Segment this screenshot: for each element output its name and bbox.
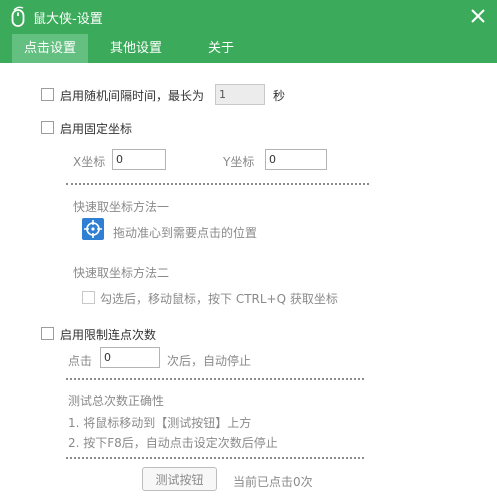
divider — [66, 457, 364, 459]
close-icon[interactable] — [469, 7, 487, 25]
test-title: 测试总次数正确性 — [68, 394, 165, 408]
random-interval-checkbox[interactable] — [41, 88, 54, 101]
tab-click-settings[interactable]: 点击设置 — [12, 34, 88, 63]
method2-title: 快速取坐标方法二 — [73, 266, 170, 280]
method2-desc: 勾选后，移动鼠标，按下 CTRL+Q 获取坐标 — [100, 292, 338, 306]
method2-checkbox[interactable] — [82, 291, 95, 304]
click-count-suffix: 次后，自动停止 — [167, 354, 252, 368]
tab-other-settings[interactable]: 其他设置 — [94, 34, 178, 63]
click-status: 当前已点击0次 — [233, 475, 313, 489]
y-coord-input[interactable] — [265, 149, 327, 170]
test-button[interactable]: 测试按钮 — [142, 467, 217, 491]
title-bar: 鼠大侠-设置 — [0, 0, 497, 34]
divider — [66, 378, 364, 380]
window-title: 鼠大侠-设置 — [33, 12, 103, 27]
fixed-coord-label: 启用固定坐标 — [60, 122, 133, 136]
crosshair-icon[interactable] — [82, 218, 104, 240]
x-coord-input[interactable] — [112, 149, 166, 170]
test-step-2: 2. 按下F8后，自动点击设定次数后停止 — [68, 436, 278, 450]
limit-clicks-checkbox[interactable] — [41, 327, 54, 340]
fixed-coord-checkbox[interactable] — [41, 121, 54, 134]
random-interval-input[interactable] — [215, 84, 265, 105]
random-interval-unit: 秒 — [273, 89, 286, 103]
limit-clicks-label: 启用限制连点次数 — [60, 328, 157, 342]
tab-bar: 点击设置 其他设置 关于 — [0, 34, 497, 63]
test-step-1: 1. 将鼠标移动到【测试按钮】上方 — [68, 416, 252, 430]
mouse-logo-icon — [11, 6, 25, 27]
click-count-input[interactable] — [100, 347, 160, 368]
tab-about[interactable]: 关于 — [180, 34, 262, 63]
divider — [66, 183, 369, 185]
click-count-label: 点击 — [68, 354, 93, 368]
method1-title: 快速取坐标方法一 — [73, 200, 170, 214]
method1-desc: 拖动准心到需要点击的位置 — [113, 226, 258, 240]
x-coord-label: X坐标 — [73, 155, 106, 169]
y-coord-label: Y坐标 — [223, 155, 255, 169]
random-interval-label: 启用随机间隔时间，最长为 — [60, 89, 205, 103]
